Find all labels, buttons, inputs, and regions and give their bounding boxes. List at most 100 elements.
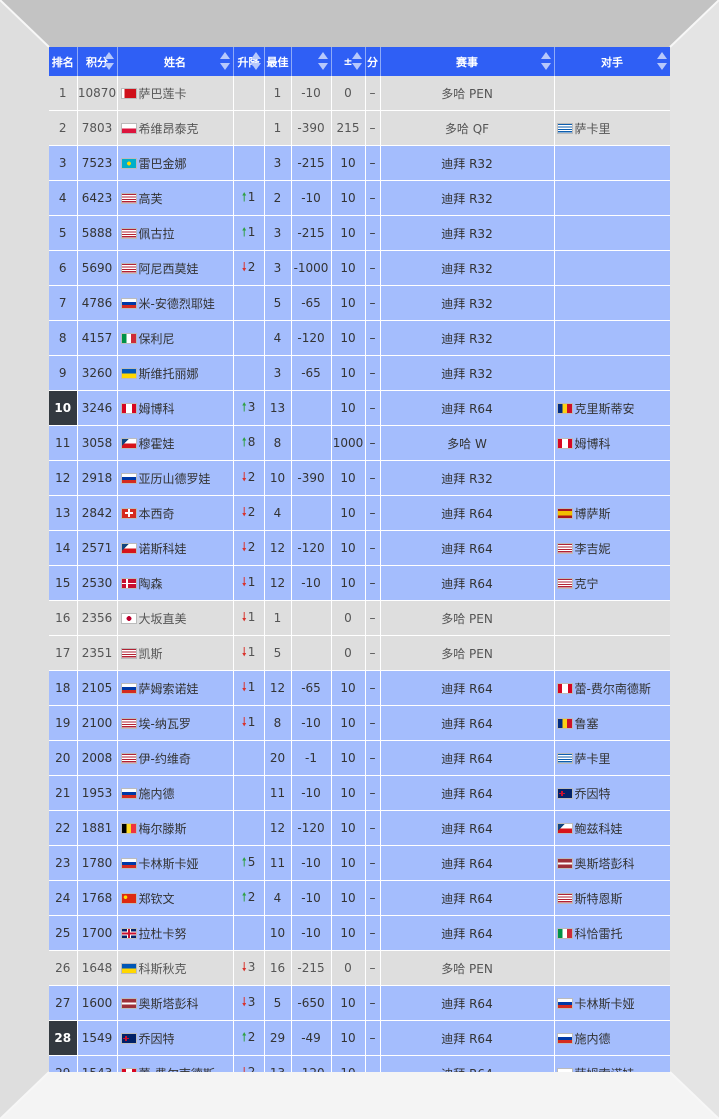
player-cell[interactable]: 梅尔滕斯 [117,810,234,846]
opponent-cell[interactable]: 鲁塞 [554,705,670,741]
player-name[interactable]: 佩古拉 [139,227,175,241]
opponent-cell[interactable] [554,950,670,986]
player-name[interactable]: 高芙 [139,192,163,206]
opponent-name[interactable]: 卡林斯卡娅 [575,997,635,1011]
player-cell[interactable]: 雷巴金娜 [117,145,234,181]
opponent-cell[interactable] [554,180,670,216]
player-cell[interactable]: 斯维托丽娜 [117,355,234,391]
player-name[interactable]: 米-安德烈耶娃 [139,297,215,311]
opponent-cell[interactable]: 萨卡里 [554,740,670,776]
table-row[interactable]: 28 1549 乔因特 🠕2 29 -49 10– 迪拜 R64 施内德 [49,1020,670,1056]
opponent-cell[interactable]: 科恰雷托 [554,915,670,951]
opponent-cell[interactable]: 萨姆索诺娃 [554,1055,670,1072]
player-cell[interactable]: 萨姆索诺娃 [117,670,234,706]
player-name[interactable]: 凯斯 [139,647,163,661]
player-cell[interactable]: 乔因特 [117,1020,234,1056]
opponent-cell[interactable]: 乔因特 [554,775,670,811]
table-row[interactable]: 12 2918 亚历山德罗娃 🠗2 10 -390 10– 迪拜 R32 [49,460,670,496]
table-row[interactable]: 18 2105 萨姆索诺娃 🠗1 12 -65 10– 迪拜 R64 蕾-费尔南德斯 [49,670,670,706]
table-row[interactable]: 27 1600 奥斯塔彭科 🠗3 5 -650 10– 迪拜 R64 卡林斯卡娅 [49,985,670,1021]
opponent-name[interactable]: 姆博科 [575,437,611,451]
player-name[interactable]: 蕾-费尔南德斯 [139,1067,215,1073]
opponent-cell[interactable]: 克宁 [554,565,670,601]
opponent-cell[interactable]: 鲍兹科娃 [554,810,670,846]
player-name[interactable]: 奥斯塔彭科 [139,997,199,1011]
table-row[interactable]: 24 1768 郑钦文 🠕2 4 -10 10– 迪拜 R64 斯特恩斯 [49,880,670,916]
table-row[interactable]: 17 2351 凯斯 🠗1 5 0– 多哈 PEN [49,635,670,671]
col-name-header[interactable]: 姓名 [117,47,234,76]
player-cell[interactable]: 蕾-费尔南德斯 [117,1055,234,1073]
table-row[interactable]: 291543蕾-费尔南德斯🠗213-12010–迪拜 R64萨姆索诺娃 [49,1055,670,1073]
table-row[interactable]: 25 1700 拉杜卡努 10 -10 10– 迪拜 R64 科恰雷托 [49,915,670,951]
opponent-name[interactable]: 李吉妮 [575,542,611,556]
opponent-cell[interactable] [554,250,670,286]
opponent-name[interactable]: 鲁塞 [575,717,599,731]
player-cell[interactable]: 阿尼西莫娃 [117,250,234,286]
player-cell[interactable]: 埃-纳瓦罗 [117,705,234,741]
opponent-name[interactable]: 科恰雷托 [575,927,623,941]
col-best-header[interactable]: 最佳 [264,47,292,76]
opponent-cell[interactable]: 克里斯蒂安 [554,390,670,426]
player-name[interactable]: 伊-约维奇 [139,752,191,766]
player-cell[interactable]: 施内德 [117,775,234,811]
player-name[interactable]: 姆博科 [139,402,175,416]
opponent-cell[interactable] [554,600,670,636]
player-name[interactable]: 拉杜卡努 [139,927,187,941]
table-row[interactable]: 20 2008 伊-约维奇 20 -1 10– 迪拜 R64 萨卡里 [49,740,670,776]
opponent-cell[interactable]: 奥斯塔彭科 [554,845,670,881]
col-opponent-header[interactable]: 对手 [554,47,670,76]
table-row[interactable]: 16 2356 大坂直美 🠗1 1 0– 多哈 PEN [49,600,670,636]
player-cell[interactable]: 希维昂泰克 [117,110,234,146]
player-name[interactable]: 斯维托丽娜 [139,367,199,381]
opponent-cell[interactable] [554,76,670,111]
player-cell[interactable]: 米-安德烈耶娃 [117,285,234,321]
table-row[interactable]: 4 6423 高芙 🠕1 2 -10 10– 迪拜 R32 [49,180,670,216]
player-cell[interactable]: 亚历山德罗娃 [117,460,234,496]
table-row[interactable]: 23 1780 卡林斯卡娅 🠕5 11 -10 10– 迪拜 R64 奥斯塔彭科 [49,845,670,881]
col-delta-header[interactable] [291,47,332,76]
player-cell[interactable]: 穆霍娃 [117,425,234,461]
opponent-cell[interactable]: 斯特恩斯 [554,880,670,916]
opponent-cell[interactable]: 萨卡里 [554,110,670,146]
table-row[interactable]: 19 2100 埃-纳瓦罗 🠗1 8 -10 10– 迪拜 R64 鲁塞 [49,705,670,741]
player-name[interactable]: 陶森 [139,577,163,591]
player-name[interactable]: 保利尼 [139,332,175,346]
player-cell[interactable]: 本西奇 [117,495,234,531]
opponent-name[interactable]: 斯特恩斯 [575,892,623,906]
col-rank-header[interactable]: 排名 [49,47,78,76]
opponent-cell[interactable] [554,320,670,356]
player-name[interactable]: 萨巴莲卡 [139,87,187,101]
opponent-name[interactable]: 奥斯塔彭科 [575,857,635,871]
table-row[interactable]: 10 3246 姆博科 🠕3 13 10– 迪拜 R64 克里斯蒂安 [49,390,670,426]
table-row[interactable]: 11 3058 穆霍娃 🠕8 8 1000– 多哈 W 姆博科 [49,425,670,461]
player-name[interactable]: 郑钦文 [139,892,175,906]
player-cell[interactable]: 卡林斯卡娅 [117,845,234,881]
opponent-cell[interactable]: 博萨斯 [554,495,670,531]
opponent-cell[interactable] [554,145,670,181]
opponent-name[interactable]: 乔因特 [575,787,611,801]
opponent-cell[interactable] [554,215,670,251]
opponent-name[interactable]: 鲍兹科娃 [575,822,623,836]
opponent-cell[interactable] [554,460,670,496]
player-name[interactable]: 本西奇 [139,507,175,521]
player-cell[interactable]: 科斯秋克 [117,950,234,986]
opponent-name[interactable]: 施内德 [575,1032,611,1046]
player-name[interactable]: 亚历山德罗娃 [139,472,211,486]
player-cell[interactable]: 保利尼 [117,320,234,356]
player-name[interactable]: 诺斯科娃 [139,542,187,556]
player-name[interactable]: 科斯秋克 [139,962,187,976]
opponent-cell[interactable]: 施内德 [554,1020,670,1056]
player-cell[interactable]: 陶森 [117,565,234,601]
table-row[interactable]: 21 1953 施内德 11 -10 10– 迪拜 R64 乔因特 [49,775,670,811]
player-cell[interactable]: 奥斯塔彭科 [117,985,234,1021]
player-cell[interactable]: 佩古拉 [117,215,234,251]
opponent-name[interactable]: 克宁 [575,577,599,591]
player-name[interactable]: 梅尔滕斯 [139,822,187,836]
table-row[interactable]: 8 4157 保利尼 4 -120 10– 迪拜 R32 [49,320,670,356]
table-row[interactable]: 2 7803 希维昂泰克 1 -390 215– 多哈 QF 萨卡里 [49,110,670,146]
col-drop-header[interactable]: ± [331,47,366,76]
opponent-cell[interactable]: 蕾-费尔南德斯 [554,670,670,706]
table-row[interactable]: 13 2842 本西奇 🠗2 4 10– 迪拜 R64 博萨斯 [49,495,670,531]
col-event-header[interactable]: 赛事 [380,47,555,76]
table-row[interactable]: 15 2530 陶森 🠗1 12 -10 10– 迪拜 R64 克宁 [49,565,670,601]
